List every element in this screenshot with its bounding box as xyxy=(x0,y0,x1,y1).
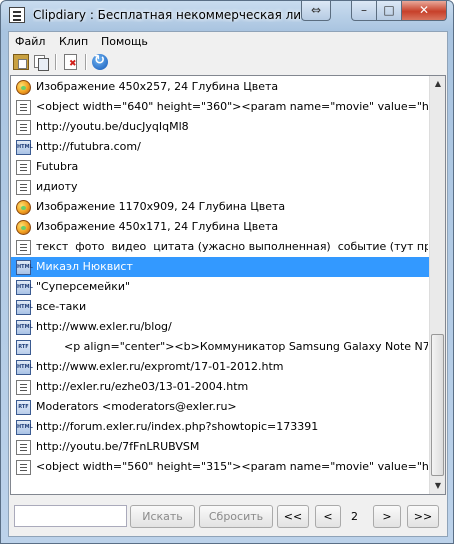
list-item-text: <p align="center"><b>Коммуникатор Samsun… xyxy=(36,340,428,353)
text-clip-icon xyxy=(16,180,31,195)
search-input[interactable] xyxy=(14,505,127,527)
search-button[interactable]: Искать xyxy=(130,505,195,528)
close-button[interactable]: ✕ xyxy=(401,1,447,21)
list-item-text: http://exler.ru/ezhe03/13-01-2004.htm xyxy=(36,380,249,393)
image-clip-icon xyxy=(16,200,31,215)
list-item-text: Futubra xyxy=(36,160,79,173)
list-item[interactable]: Изображение 450x171, 24 Глубина Цвета xyxy=(11,217,429,237)
list-item[interactable]: http://exler.ru/ezhe03/13-01-2004.htm xyxy=(11,377,429,397)
paste-icon[interactable] xyxy=(13,54,29,70)
last-page-button[interactable]: >> xyxy=(407,505,439,528)
toolbar-separator xyxy=(55,54,57,70)
reset-button[interactable]: Сбросить xyxy=(199,505,273,528)
delete-icon[interactable] xyxy=(62,54,78,70)
list-item-text: Изображение 450x257, 24 Глубина Цвета xyxy=(36,80,279,93)
list-item-text: http://futubra.com/ xyxy=(36,140,141,153)
window-title: Clipdiary : Бесплатная некоммерческая ли… xyxy=(33,8,301,22)
list-item[interactable]: http://youtu.be/ducJyqIqMl8 xyxy=(11,117,429,137)
html-clip-icon: HTML xyxy=(16,300,33,315)
list-item[interactable]: <object width="640" height="360"><param … xyxy=(11,97,429,117)
list-item-text: все-таки xyxy=(36,300,87,313)
list-item[interactable]: идиоту xyxy=(11,177,429,197)
prev-page-button[interactable]: < xyxy=(315,505,341,528)
list-item-text: <object width="640" height="360"><param … xyxy=(36,100,428,113)
toolbar xyxy=(9,51,447,73)
title-bar[interactable]: Clipdiary : Бесплатная некоммерческая ли… xyxy=(1,1,453,31)
image-clip-icon xyxy=(16,80,31,95)
client-area: Файл Клип Помощь <object width="560" hei… xyxy=(8,31,448,537)
maximize-button[interactable]: □ xyxy=(376,1,402,21)
list-item[interactable]: http://youtu.be/7fFnLRUBVSM xyxy=(11,437,429,457)
list-item-text: текст фото видео цитата (ужасно выполнен… xyxy=(36,240,428,253)
text-clip-icon xyxy=(16,120,31,135)
list-item-text: http://www.exler.ru/expromt/17-01-2012.h… xyxy=(36,360,284,373)
list-item[interactable]: HTML http://www.exler.ru/blog/ xyxy=(11,317,429,337)
list-item[interactable]: HTML "Суперсемейки" xyxy=(11,277,429,297)
list-item[interactable]: RTF Moderators <moderators@exler.ru> xyxy=(11,397,429,417)
list-item[interactable]: Изображение 1170x909, 24 Глубина Цвета xyxy=(11,197,429,217)
bottom-bar: Искать Сбросить << < 2 > >> xyxy=(9,502,447,532)
resize-button[interactable]: ⇔ xyxy=(301,1,331,21)
vertical-scrollbar[interactable]: ▲ ▼ xyxy=(429,76,445,494)
text-clip-icon xyxy=(16,100,31,115)
toolbar-separator xyxy=(85,54,87,70)
menu-bar: Файл Клип Помощь xyxy=(9,32,447,51)
list-item-text: Изображение 1170x909, 24 Глубина Цвета xyxy=(36,200,286,213)
minimize-button[interactable]: – xyxy=(351,1,377,21)
first-page-button[interactable]: << xyxy=(277,505,309,528)
text-clip-icon xyxy=(16,460,31,475)
menu-clip[interactable]: Клип xyxy=(59,35,88,48)
list-item-text: Изображение 450x171, 24 Глубина Цвета xyxy=(36,220,279,233)
html-clip-icon: HTML xyxy=(16,320,33,335)
refresh-icon[interactable] xyxy=(92,53,108,70)
copy-icon[interactable] xyxy=(33,54,49,71)
list-item-text: идиоту xyxy=(36,180,78,193)
list-item-text: http://youtu.be/ducJyqIqMl8 xyxy=(36,120,189,133)
html-clip-icon: HTML xyxy=(16,140,33,155)
html-clip-icon: HTML xyxy=(16,360,33,375)
list-item[interactable]: HTML http://futubra.com/ xyxy=(11,137,429,157)
list-item[interactable]: Futubra xyxy=(11,157,429,177)
list-item[interactable]: текст фото видео цитата (ужасно выполнен… xyxy=(11,237,429,257)
text-clip-icon xyxy=(16,440,31,455)
list-item-text: http://forum.exler.ru/index.php?showtopi… xyxy=(36,420,319,433)
image-clip-icon xyxy=(16,220,31,235)
list-item[interactable]: HTML http://www.exler.ru/expromt/17-01-20… xyxy=(11,357,429,377)
list-item[interactable]: RTF <p align="center"><b>Коммуникатор Sa… xyxy=(11,337,429,357)
scroll-up-icon[interactable]: ▲ xyxy=(430,76,445,92)
list-item-text: http://youtu.be/7fFnLRUBVSM xyxy=(36,440,200,453)
text-clip-icon xyxy=(16,240,31,255)
list-item-text: Moderators <moderators@exler.ru> xyxy=(36,400,237,413)
scroll-thumb[interactable] xyxy=(431,334,444,476)
list-item[interactable]: HTML все-таки xyxy=(11,297,429,317)
list-item[interactable]: Изображение 450x257, 24 Глубина Цвета xyxy=(11,77,429,97)
page-number: 2 xyxy=(351,510,358,523)
list-item-text: Микаэл Нюквист xyxy=(36,260,133,273)
list-item[interactable]: HTML http://forum.exler.ru/index.php?show… xyxy=(11,417,429,437)
list-item[interactable]: <object width="560" height="315"><param … xyxy=(11,457,429,477)
text-clip-icon xyxy=(16,380,31,395)
html-clip-icon: HTML xyxy=(16,260,33,275)
scroll-down-icon[interactable]: ▼ xyxy=(430,478,445,494)
menu-file[interactable]: Файл xyxy=(15,35,45,48)
list-item[interactable]: HTML Микаэл Нюквист xyxy=(11,257,429,277)
app-window: Clipdiary : Бесплатная некоммерческая ли… xyxy=(0,0,454,544)
rtf-clip-icon: RTF xyxy=(16,400,31,415)
menu-help[interactable]: Помощь xyxy=(101,35,148,48)
rtf-clip-icon: RTF xyxy=(16,340,31,355)
list-item-text: "Суперсемейки" xyxy=(36,280,131,293)
list-item-text: http://www.exler.ru/blog/ xyxy=(36,320,172,333)
list-item-text: <object width="560" height="315"><param … xyxy=(36,460,428,473)
app-icon[interactable] xyxy=(9,7,25,23)
html-clip-icon: HTML xyxy=(16,280,33,295)
html-clip-icon: HTML xyxy=(16,420,33,435)
text-clip-icon xyxy=(16,160,31,175)
clip-list[interactable]: <object width="560" height="315"><param … xyxy=(10,75,446,495)
next-page-button[interactable]: > xyxy=(373,505,401,528)
